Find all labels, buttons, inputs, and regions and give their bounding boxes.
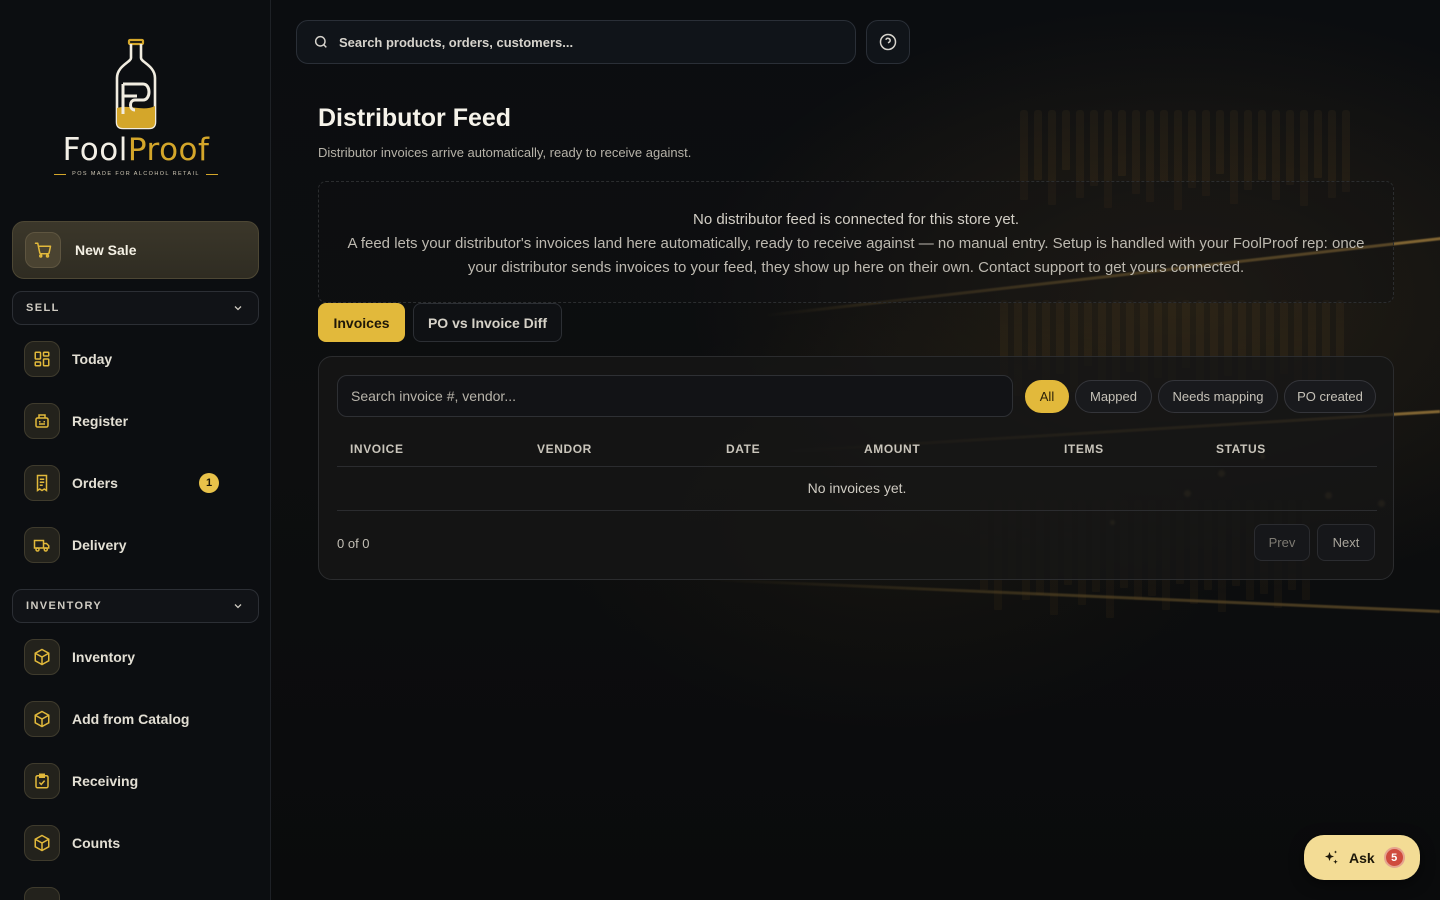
brand-tagline: POS MADE FOR ALCOHOL RETAIL [54,171,218,177]
sidebar-item-label: Receiving [72,773,139,789]
empty-table-message: No invoices yet. [807,480,907,496]
column-header-status[interactable]: STATUS [1216,442,1266,456]
receipt-icon [24,465,60,501]
orders-count-badge: 1 [199,473,219,493]
section-inventory-label: INVENTORY [26,600,103,612]
table-footer-divider [337,510,1377,511]
sidebar-item-register[interactable]: Register [24,401,254,441]
ask-assistant-button[interactable]: Ask 5 [1304,835,1420,880]
new-sale-button[interactable]: New Sale [12,221,259,279]
chevron-down-icon [234,306,242,311]
invoice-search-input[interactable]: Search invoice #, vendor... [337,375,1013,417]
page-title: Distributor Feed [318,104,512,132]
prev-page-button[interactable]: Prev [1254,524,1310,561]
section-inventory-toggle[interactable]: INVENTORY [12,589,259,623]
sidebar-item-today[interactable]: Today [24,339,254,379]
filter-mapped[interactable]: Mapped [1075,380,1152,413]
sidebar-item-label: Orders [72,475,118,491]
table-header-divider [337,466,1377,467]
sidebar-item-label: Add from Catalog [72,711,190,727]
sidebar-item-add-from-catalog[interactable]: Add from Catalog [24,699,254,739]
no-feed-notice: No distributor feed is connected for thi… [318,181,1394,303]
sidebar-item-partial[interactable] [24,885,254,900]
column-header-vendor[interactable]: VENDOR [537,442,592,456]
sidebar-item-label: Counts [72,835,121,851]
box-icon [24,639,60,675]
section-sell-toggle[interactable]: SELL [12,291,259,325]
box-icon [24,825,60,861]
sidebar-item-receiving[interactable]: Receiving [24,761,254,801]
sidebar-item-label: Register [72,413,129,429]
column-header-items[interactable]: ITEMS [1064,442,1104,456]
sidebar-item-delivery[interactable]: Delivery [24,525,254,565]
page-subtitle: Distributor invoices arrive automaticall… [318,145,692,160]
global-search-placeholder: Search products, orders, customers... [339,34,574,50]
pagination-count: 0 of 0 [337,536,370,551]
notice-body: A feed lets your distributor's invoices … [347,235,1365,276]
help-circle-icon [879,33,897,51]
box-icon [24,701,60,737]
cart-icon [25,232,61,268]
sidebar-item-label: Delivery [72,537,127,553]
column-header-amount[interactable]: AMOUNT [864,442,920,456]
sidebar-item-orders[interactable]: Orders 1 [24,463,254,503]
invoice-search-placeholder: Search invoice #, vendor... [351,388,516,404]
clipboard-check-icon [24,763,60,799]
tab-invoices[interactable]: Invoices [318,303,405,342]
ask-notification-badge: 5 [1383,847,1405,868]
new-sale-label: New Sale [75,242,137,258]
next-page-button[interactable]: Next [1317,524,1375,561]
sparkles-icon [1325,850,1338,864]
filter-all[interactable]: All [1025,380,1069,413]
tab-po-vs-invoice-diff[interactable]: PO vs Invoice Diff [413,303,562,342]
sidebar: FoolProof POS MADE FOR ALCOHOL RETAIL Ne… [0,0,271,900]
invoices-card: Search invoice #, vendor... All Mapped N… [318,356,1394,580]
section-sell-label: SELL [26,302,60,314]
ask-label: Ask [1349,849,1375,866]
dashboard-icon [24,341,60,377]
global-search-input[interactable]: Search products, orders, customers... [296,20,856,64]
filter-po-created[interactable]: PO created [1284,380,1376,413]
truck-icon [24,527,60,563]
sidebar-item-counts[interactable]: Counts [24,823,254,863]
chevron-down-icon [234,604,242,609]
search-icon [314,35,327,48]
bottle-logo-icon [115,38,157,130]
filter-needs-mapping[interactable]: Needs mapping [1158,380,1278,413]
brand-logo[interactable]: FoolProof POS MADE FOR ALCOHOL RETAIL [50,38,222,180]
column-header-date[interactable]: DATE [726,442,760,456]
brand-name: FoolProof [62,132,210,168]
register-icon [24,403,60,439]
column-header-invoice[interactable]: INVOICE [350,442,404,456]
sidebar-item-label: Today [72,351,113,367]
notice-headline: No distributor feed is connected for thi… [693,211,1019,228]
help-button[interactable] [866,20,910,64]
sidebar-item-label: Inventory [72,649,136,665]
sidebar-item-inventory[interactable]: Inventory [24,637,254,677]
box-icon [24,887,60,900]
